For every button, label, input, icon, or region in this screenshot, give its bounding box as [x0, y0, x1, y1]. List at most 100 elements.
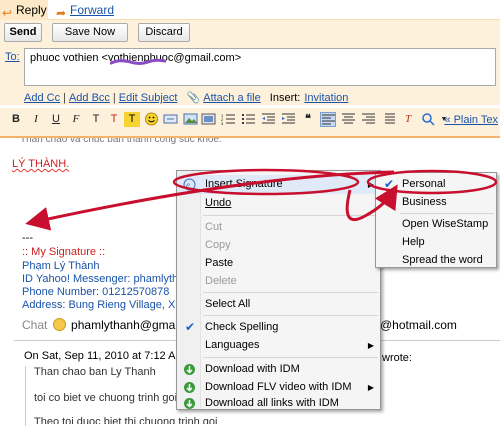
paperclip-icon: 📎 [186, 92, 201, 104]
align-center-icon[interactable] [340, 112, 356, 127]
menu-item-copy: Copy [177, 236, 380, 255]
chat-label: Chat [22, 318, 48, 332]
edit-subject-link[interactable]: Edit Subject [119, 92, 178, 104]
chat-id: phamlythanh@gmail [71, 318, 181, 332]
svg-text:e: e [186, 180, 190, 190]
bullet-list-icon[interactable] [240, 112, 256, 127]
menu-separator [203, 292, 378, 293]
signature-phone: Phone Number: 01212570878 [22, 286, 170, 298]
tab-reply-label: Reply [16, 3, 47, 17]
bold-icon[interactable]: B [8, 112, 24, 127]
menu-separator [400, 213, 494, 214]
menu-item-download-idm[interactable]: Download with IDM [177, 360, 380, 379]
redaction-scribble [110, 58, 166, 65]
text-color-icon[interactable]: T [106, 112, 122, 127]
signature-title: :: My Signature :: [22, 246, 106, 258]
remove-formatting-icon[interactable]: T [400, 112, 416, 127]
invitation-link[interactable]: Invitation [304, 92, 348, 104]
menu-item-cut: Cut [177, 218, 380, 237]
quote-icon[interactable]: ❝ [300, 112, 316, 127]
action-bar: Send Save Now Discard [0, 20, 500, 45]
menu-label: Undo [205, 197, 232, 209]
align-left-icon[interactable] [320, 112, 336, 127]
send-button[interactable]: Send [4, 23, 42, 42]
menu-item-check-spelling[interactable]: ✔ Check Spelling [177, 318, 380, 337]
quoted-line: Theo toi duoc biet thi chuong trinh goi [34, 416, 218, 424]
menu-label: Select All [205, 298, 251, 310]
video-icon[interactable] [200, 112, 216, 127]
formatting-toolbar: B I U F T T T 123 ❝ T ▼ « Plain Tex [0, 108, 500, 136]
menu-label: Languages [205, 339, 260, 351]
submenu-item-business[interactable]: Business [376, 193, 496, 211]
to-label[interactable]: To: [5, 51, 20, 63]
discard-button[interactable]: Discard [138, 23, 190, 42]
attach-file-link[interactable]: Attach a file [203, 92, 260, 104]
compose-links: Add Cc | Add Bcc | Edit Subject 📎 Attach a fi… [24, 92, 349, 104]
link-icon[interactable] [162, 112, 178, 127]
plain-text-link[interactable]: « Plain Tex [444, 114, 498, 126]
menu-item-insert-signature[interactable]: e Insert Signature ▶ [177, 175, 380, 194]
tab-forward[interactable]: ➦ Forward [54, 0, 124, 20]
menu-separator [203, 357, 378, 358]
signature-yahoo: ID Yahoo! Messenger: phamlytha [22, 273, 185, 285]
highlight-icon[interactable]: T [124, 112, 140, 127]
menu-separator [203, 315, 378, 316]
checkmark-icon: ✔ [384, 177, 395, 191]
menu-label: Delete [205, 275, 237, 287]
quoted-line: toi co biet ve chuong trinh goi [34, 392, 178, 404]
insert-label: Insert: [269, 92, 301, 104]
image-icon[interactable] [182, 112, 198, 127]
compose-header: To: phuoc vothien <vothienphuoc@gmail.co… [0, 45, 500, 105]
context-menu: e Insert Signature ▶ Undo Cut Copy Paste… [176, 170, 381, 410]
menu-item-select-all[interactable]: Select All [177, 295, 380, 314]
menu-label: Copy [205, 239, 231, 251]
tab-reply[interactable]: ↩ Reply [0, 0, 48, 20]
menu-label: Download FLV video with IDM [205, 381, 352, 393]
submenu-item-help[interactable]: Help [376, 233, 496, 251]
signed-name: LÝ THÀNH. [12, 158, 70, 170]
spellcheck-icon[interactable] [420, 112, 436, 127]
font-icon[interactable]: F [68, 112, 84, 127]
indent-icon[interactable] [280, 112, 296, 127]
menu-item-download-all[interactable]: Download all links with IDM [177, 394, 380, 413]
menu-item-paste[interactable]: Paste [177, 254, 380, 273]
submenu-label: Help [402, 236, 425, 248]
signature-dashes: --- [22, 232, 33, 244]
menu-label: Download with IDM [205, 363, 300, 375]
font-size-icon[interactable]: T [88, 112, 104, 127]
idm-icon [184, 364, 195, 375]
emoticon-icon [52, 318, 66, 331]
menu-item-undo[interactable]: Undo [177, 194, 380, 213]
outdent-icon[interactable] [260, 112, 276, 127]
underline-icon[interactable]: U [48, 112, 64, 127]
save-now-button[interactable]: Save Now [52, 23, 128, 42]
menu-item-languages[interactable]: Languages ▶ [177, 336, 380, 355]
cutoff-text: Than chao va chuc ban thanh cong suc kho… [20, 138, 222, 144]
svg-text:3: 3 [221, 121, 224, 126]
submenu-item-open-wisestamp[interactable]: Open WiseStamp [376, 215, 496, 233]
add-cc-link[interactable]: Add Cc [24, 92, 60, 104]
italic-icon[interactable]: I [28, 112, 44, 127]
signature-name: Phạm Lý Thành [22, 260, 100, 272]
menu-label: Check Spelling [205, 321, 279, 333]
menu-separator [203, 215, 378, 216]
submenu-label: Open WiseStamp [402, 218, 489, 230]
to-field[interactable]: phuoc vothien <vothienphuoc@gmail.com> [24, 48, 496, 86]
align-right-icon[interactable] [360, 112, 376, 127]
add-bcc-link[interactable]: Add Bcc [69, 92, 110, 104]
menu-label: Cut [205, 221, 223, 233]
quoted-line: Than chao ban Ly Thanh [34, 366, 156, 378]
tab-bar: ↩ Reply ➦ Forward [0, 0, 500, 20]
submenu-item-personal[interactable]: ✔ Personal [376, 175, 496, 193]
wisestamp-icon: e [183, 178, 196, 191]
numbered-list-icon[interactable]: 123 [220, 112, 236, 127]
submenu-label: Spread the word [402, 254, 483, 266]
submenu-item-spread[interactable]: Spread the word [376, 251, 496, 269]
chevron-right-icon: ▶ [367, 180, 374, 189]
submenu-label: Personal [402, 178, 446, 190]
menu-label: Download all links with IDM [205, 397, 339, 409]
signature-submenu: ✔ Personal Business Open WiseStamp Help … [375, 172, 497, 268]
rtl-icon[interactable] [380, 112, 396, 127]
emoticon-icon[interactable] [143, 112, 159, 127]
idm-icon [184, 398, 195, 409]
